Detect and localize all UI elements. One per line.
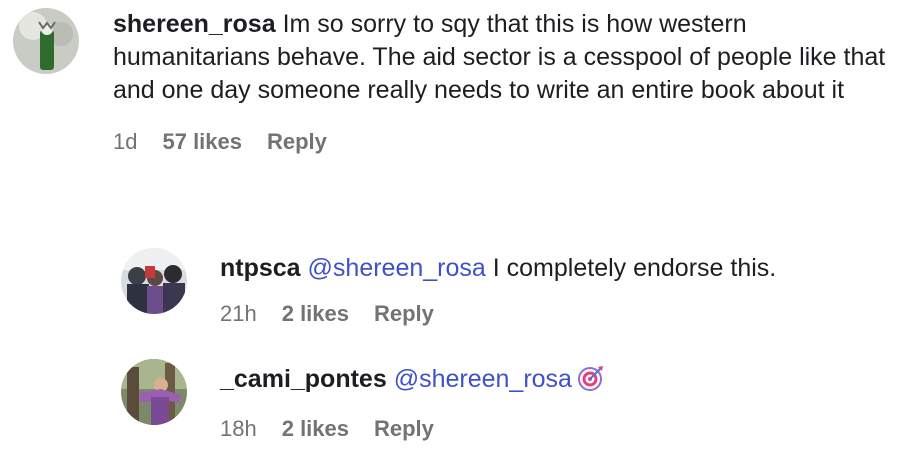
avatar[interactable]	[13, 8, 79, 74]
likes-count[interactable]: 2 likes	[282, 416, 349, 442]
reply-button[interactable]: Reply	[374, 416, 434, 442]
avatar[interactable]	[121, 248, 187, 314]
avatar-image	[121, 359, 187, 425]
comment-meta: 21h 2 likes Reply	[220, 301, 776, 327]
comment-message: I completely endorse this.	[492, 254, 777, 282]
reply-button[interactable]: Reply	[374, 301, 434, 327]
likes-count[interactable]: 2 likes	[282, 301, 349, 327]
comment-text: ntpsca @shereen_rosa I completely endors…	[220, 252, 776, 285]
comment-text: _cami_pontes @shereen_rosa	[220, 363, 604, 400]
timestamp: 21h	[220, 301, 257, 326]
avatar[interactable]	[121, 359, 187, 425]
reply-button[interactable]: Reply	[267, 129, 327, 155]
username[interactable]: ntpsca	[220, 254, 301, 282]
comment-meta: 1d 57 likes Reply	[113, 129, 893, 155]
avatar-image	[13, 8, 79, 74]
timestamp: 18h	[220, 416, 257, 441]
username[interactable]: shereen_rosa	[113, 10, 276, 38]
comment: shereen_rosa Im so sorry to sqy that thi…	[13, 8, 893, 155]
reply-comment: _cami_pontes @shereen_rosa 18h 2 likes R…	[121, 359, 604, 442]
timestamp: 1d	[113, 129, 138, 154]
direct-hit-target-icon	[577, 365, 604, 400]
likes-count[interactable]: 57 likes	[162, 129, 242, 155]
username[interactable]: _cami_pontes	[220, 365, 387, 393]
mention-link[interactable]: @shereen_rosa	[308, 254, 486, 282]
comment-meta: 18h 2 likes Reply	[220, 416, 604, 442]
avatar-image	[121, 248, 187, 314]
comment-text: shereen_rosa Im so sorry to sqy that thi…	[113, 8, 893, 107]
mention-link[interactable]: @shereen_rosa	[394, 365, 572, 393]
reply-comment: ntpsca @shereen_rosa I completely endors…	[121, 248, 776, 327]
